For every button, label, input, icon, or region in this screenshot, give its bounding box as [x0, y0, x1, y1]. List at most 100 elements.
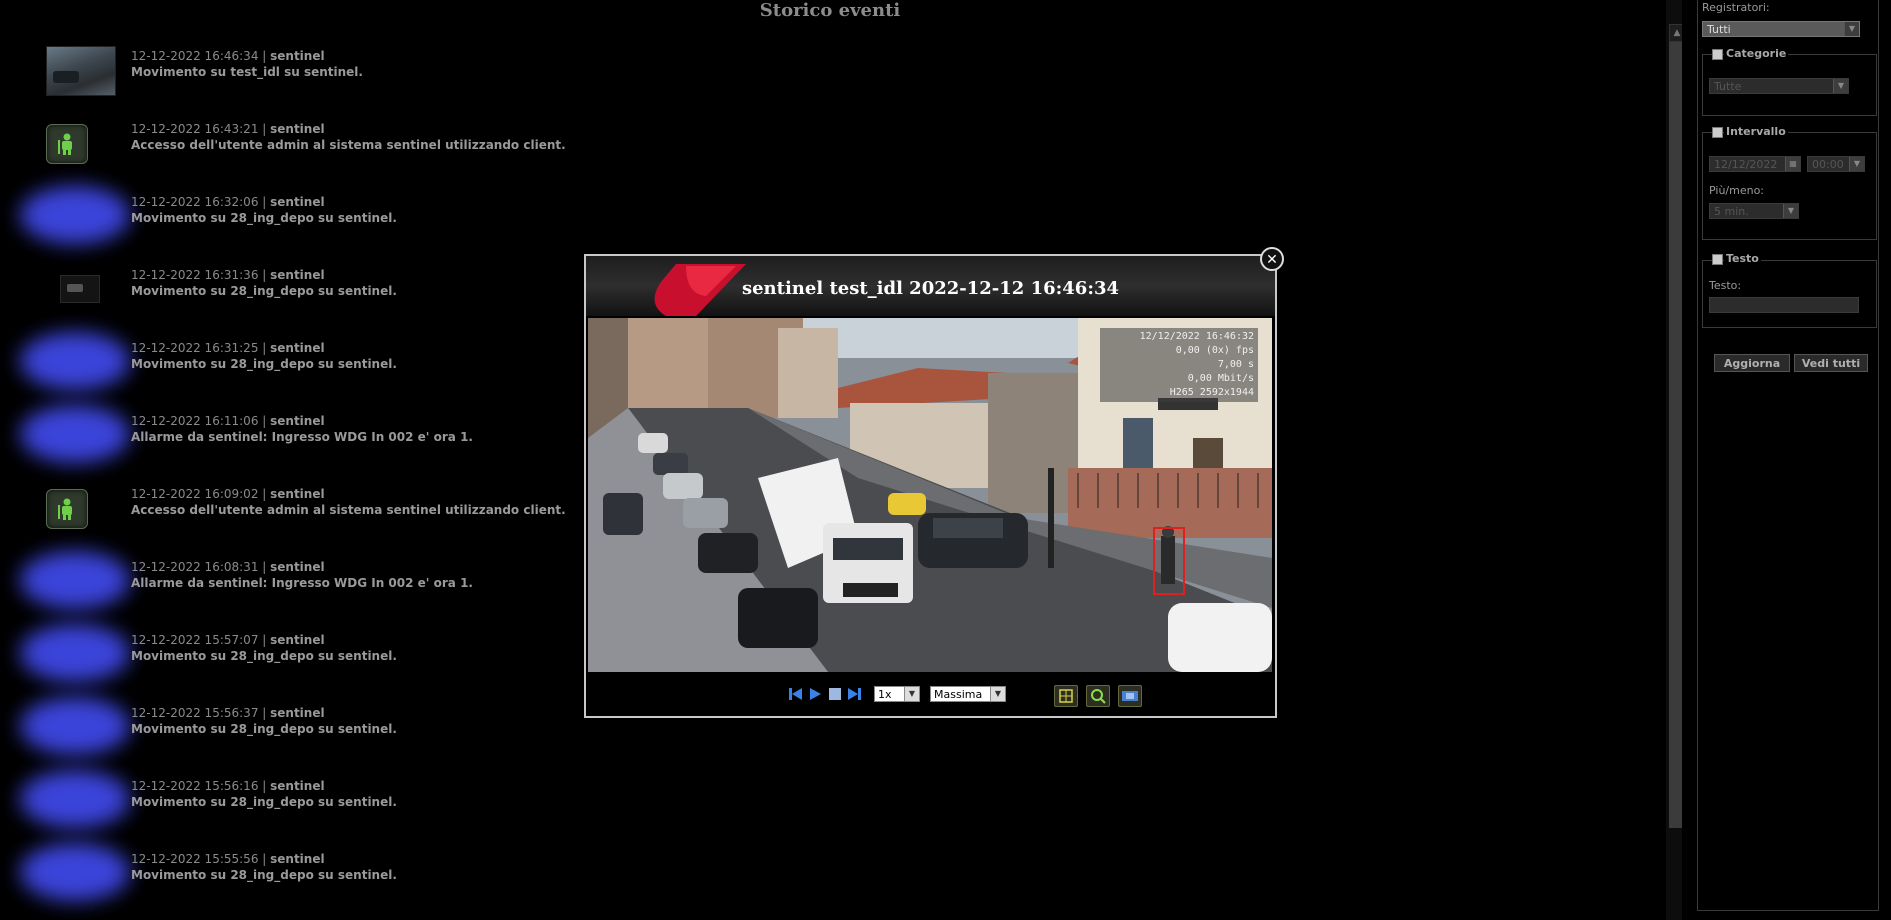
event-row[interactable]: 12-12-2022 16:46:34 | sentinel Movimento … — [0, 40, 1600, 113]
event-description: Movimento su 28_ing_depo su sentinel. — [131, 722, 397, 736]
osd-timestamp: 12/12/2022 16:46:32 — [1139, 331, 1254, 342]
stop-icon[interactable] — [828, 687, 842, 701]
event-source: sentinel — [270, 49, 325, 63]
event-description: Allarme da sentinel: Ingresso WDG In 002… — [131, 576, 473, 590]
page-title: Storico eventi — [759, 0, 901, 21]
event-meta: 12-12-2022 16:46:34 | sentinel — [131, 49, 325, 63]
separator: | — [258, 560, 271, 574]
separator: | — [258, 49, 271, 63]
separator: | — [258, 268, 271, 282]
calendar-icon[interactable]: ▦ — [1785, 157, 1800, 171]
date-input[interactable]: 12/12/2022 ▦ — [1709, 156, 1801, 172]
blurred-thumbnail[interactable] — [20, 770, 130, 828]
blurred-thumbnail[interactable] — [20, 551, 130, 609]
chevron-down-icon[interactable]: ▼ — [1844, 22, 1859, 36]
snapshot-icon[interactable] — [1118, 685, 1142, 707]
event-meta: 12-12-2022 16:31:25 | sentinel — [131, 341, 325, 355]
video-frame[interactable]: 12/12/2022 16:46:32 0,00 (0x) fps 7,00 s… — [588, 318, 1272, 672]
speed-select-value: 1x — [878, 688, 892, 701]
play-icon[interactable] — [807, 686, 823, 702]
event-description: Movimento su 28_ing_depo su sentinel. — [131, 795, 397, 809]
event-meta: 12-12-2022 16:31:36 | sentinel — [131, 268, 325, 282]
blurred-thumbnail[interactable] — [20, 697, 130, 755]
blurred-thumbnail[interactable] — [20, 186, 130, 244]
aggiorna-button[interactable]: Aggiorna — [1714, 354, 1790, 372]
blurred-thumbnail[interactable] — [20, 405, 130, 463]
event-datetime: 12-12-2022 16:31:25 — [131, 341, 259, 355]
quality-select[interactable]: Massima ▼ — [930, 686, 1006, 702]
event-source: sentinel — [270, 852, 325, 866]
event-datetime: 12-12-2022 15:56:37 — [131, 706, 259, 720]
separator: | — [258, 779, 271, 793]
separator: | — [258, 122, 271, 136]
zoom-icon[interactable] — [1086, 685, 1110, 707]
event-description: Accesso dell'utente admin al sistema sen… — [131, 138, 566, 152]
video-osd: 12/12/2022 16:46:32 0,00 (0x) fps 7,00 s… — [1100, 328, 1258, 402]
event-row[interactable]: 12-12-2022 15:55:56 | sentinel Movimento … — [0, 843, 1600, 916]
testo-label: Testo: — [1709, 279, 1742, 292]
vedi-tutti-button[interactable]: Vedi tutti — [1794, 354, 1868, 372]
event-source: sentinel — [270, 560, 325, 574]
event-row[interactable]: 12-12-2022 16:43:21 | sentinel Accesso de… — [0, 113, 1600, 186]
separator: | — [258, 633, 271, 647]
event-thumbnail[interactable] — [46, 46, 116, 96]
event-source: sentinel — [270, 487, 325, 501]
testo-legend: Testo — [1724, 252, 1761, 265]
event-meta: 12-12-2022 16:43:21 | sentinel — [131, 122, 325, 136]
separator: | — [258, 414, 271, 428]
chevron-down-icon[interactable]: ▼ — [990, 687, 1005, 701]
event-datetime: 12-12-2022 16:31:36 — [131, 268, 259, 282]
close-icon[interactable]: ✕ — [1260, 247, 1284, 271]
testo-input[interactable] — [1709, 297, 1859, 313]
event-description: Movimento su 28_ing_depo su sentinel. — [131, 284, 397, 298]
quality-select-value: Massima — [934, 688, 983, 701]
osd-fps: 0,00 (0x) fps — [1175, 345, 1254, 356]
event-source: sentinel — [270, 122, 325, 136]
categorie-select[interactable]: Tutte ▼ — [1709, 78, 1849, 94]
event-meta: 12-12-2022 15:55:56 | sentinel — [131, 852, 325, 866]
blurred-thumbnail[interactable] — [20, 624, 130, 682]
chevron-down-icon[interactable]: ▼ — [1833, 79, 1848, 93]
event-row[interactable]: 12-12-2022 16:32:06 | sentinel Movimento … — [0, 186, 1600, 259]
blurred-thumbnail[interactable] — [20, 843, 130, 901]
intervallo-checkbox[interactable] — [1712, 127, 1723, 138]
event-source: sentinel — [270, 341, 325, 355]
separator: | — [258, 852, 271, 866]
event-description: Movimento su 28_ing_depo su sentinel. — [131, 357, 397, 371]
blurred-thumbnail[interactable] — [20, 332, 130, 390]
event-description: Movimento su 28_ing_depo su sentinel. — [131, 649, 397, 663]
categorie-checkbox[interactable] — [1712, 49, 1723, 60]
event-datetime: 12-12-2022 16:08:31 — [131, 560, 259, 574]
event-datetime: 12-12-2022 16:09:02 — [131, 487, 259, 501]
event-source: sentinel — [270, 779, 325, 793]
time-select[interactable]: 00:00 ▼ — [1807, 156, 1865, 172]
layout-icon[interactable] — [1054, 685, 1078, 707]
categorie-select-value: Tutte — [1714, 80, 1742, 93]
chevron-down-icon[interactable]: ▼ — [1849, 157, 1864, 171]
registratori-select[interactable]: Tutti ▼ — [1702, 21, 1860, 37]
chevron-down-icon[interactable]: ▼ — [1783, 204, 1798, 218]
categorie-legend: Categorie — [1724, 47, 1789, 60]
event-datetime: 12-12-2022 16:46:34 — [131, 49, 259, 63]
event-meta: 12-12-2022 16:09:02 | sentinel — [131, 487, 325, 501]
separator: | — [258, 195, 271, 209]
event-meta: 12-12-2022 15:56:37 | sentinel — [131, 706, 325, 720]
user-login-icon[interactable] — [46, 489, 88, 529]
scrollbar-thumb[interactable] — [1669, 42, 1683, 828]
modal-title: sentinel test_idl 2022-12-12 16:46:34 — [741, 278, 1120, 299]
event-thumbnail[interactable] — [60, 275, 100, 303]
user-login-icon[interactable] — [46, 124, 88, 164]
registratori-label: Registratori: — [1702, 1, 1770, 14]
event-row[interactable]: 12-12-2022 15:56:16 | sentinel Movimento … — [0, 770, 1600, 843]
player-controls: 1x ▼ Massima ▼ — [586, 674, 1275, 716]
piumeno-select[interactable]: 5 min. ▼ — [1709, 203, 1799, 219]
event-description: Allarme da sentinel: Ingresso WDG In 002… — [131, 430, 473, 444]
chevron-down-icon[interactable]: ▼ — [904, 687, 919, 701]
separator: | — [258, 341, 271, 355]
step-forward-icon[interactable] — [846, 686, 862, 702]
step-back-icon[interactable] — [788, 686, 804, 702]
osd-bitrate: 0,00 Mbit/s — [1187, 373, 1254, 384]
testo-checkbox[interactable] — [1712, 254, 1723, 265]
event-meta: 12-12-2022 15:57:07 | sentinel — [131, 633, 325, 647]
speed-select[interactable]: 1x ▼ — [874, 686, 920, 702]
